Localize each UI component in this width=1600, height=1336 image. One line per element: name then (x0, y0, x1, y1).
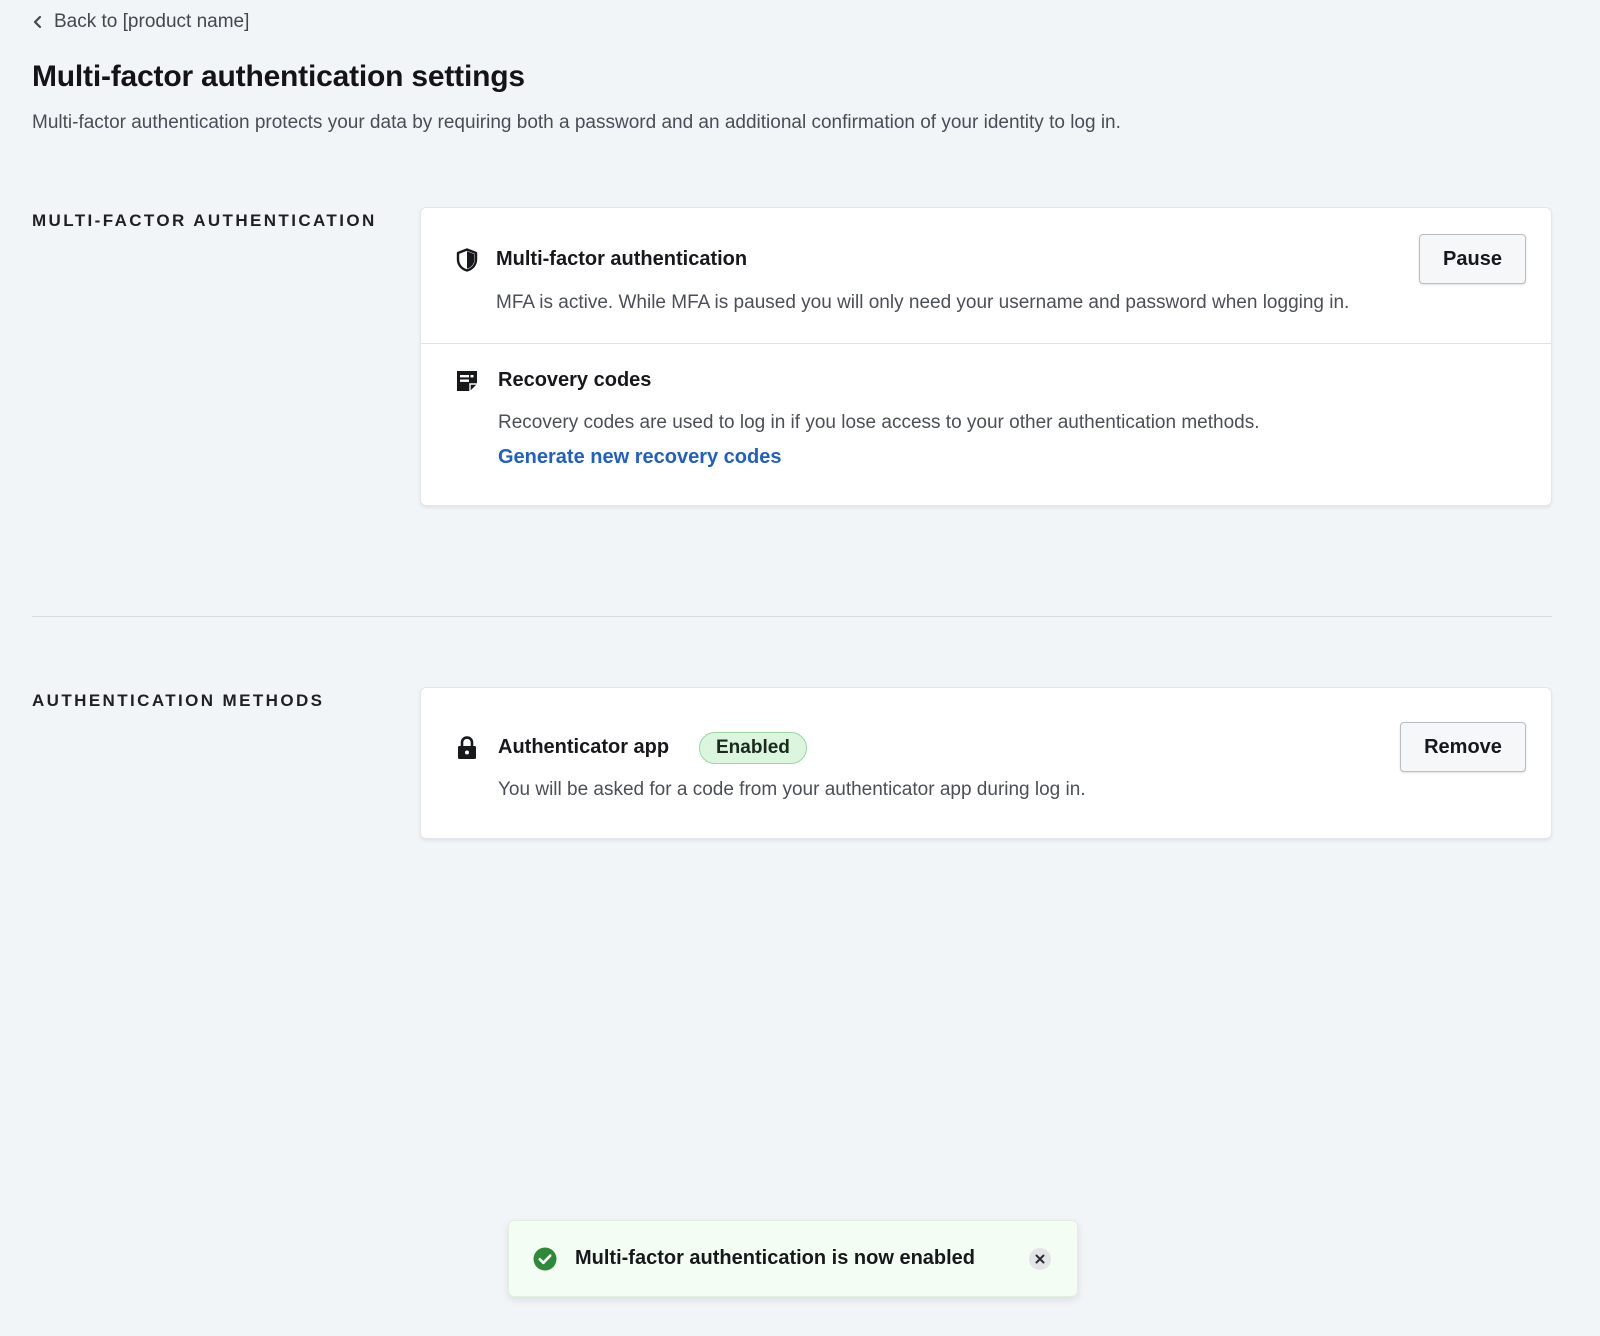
recovery-codes-row: Recovery codes Recovery codes are used t… (421, 343, 1551, 505)
section-label-methods: AUTHENTICATION METHODS (32, 691, 325, 710)
pause-button[interactable]: Pause (1419, 234, 1526, 284)
mfa-description: MFA is active. While MFA is paused you w… (496, 292, 1350, 313)
authenticator-app-title: Authenticator app (498, 736, 670, 758)
status-badge: Enabled (699, 732, 807, 764)
mfa-row: Multi-factor authentication MFA is activ… (421, 208, 1551, 343)
chevron-left-icon (33, 15, 42, 29)
recovery-codes-icon (455, 369, 479, 393)
check-circle-icon (533, 1247, 557, 1271)
toast-message: Multi-factor authentication is now enabl… (575, 1247, 976, 1269)
section-divider (32, 616, 1552, 617)
page-title: Multi-factor authentication settings (32, 60, 525, 93)
back-link[interactable]: Back to [product name] (32, 10, 249, 34)
authentication-methods-card: Authenticator app Enabled You will be as… (420, 687, 1552, 839)
remove-button[interactable]: Remove (1400, 722, 1526, 772)
generate-recovery-codes-link[interactable]: Generate new recovery codes (498, 446, 781, 469)
authenticator-app-row: Authenticator app Enabled You will be as… (421, 688, 1551, 838)
mfa-card: Multi-factor authentication MFA is activ… (420, 207, 1552, 506)
recovery-codes-title: Recovery codes (498, 369, 652, 391)
authenticator-app-description: You will be asked for a code from your a… (498, 779, 1086, 800)
back-link-label: Back to [product name] (54, 11, 250, 32)
recovery-codes-description: Recovery codes are used to log in if you… (498, 412, 1260, 433)
close-icon[interactable] (1029, 1248, 1051, 1270)
mfa-title: Multi-factor authentication (496, 248, 748, 270)
success-toast: Multi-factor authentication is now enabl… (508, 1220, 1078, 1297)
section-label-mfa: MULTI-FACTOR AUTHENTICATION (32, 211, 377, 230)
shield-icon (455, 248, 479, 272)
lock-icon (455, 736, 479, 760)
page-description: Multi-factor authentication protects you… (32, 112, 1121, 133)
